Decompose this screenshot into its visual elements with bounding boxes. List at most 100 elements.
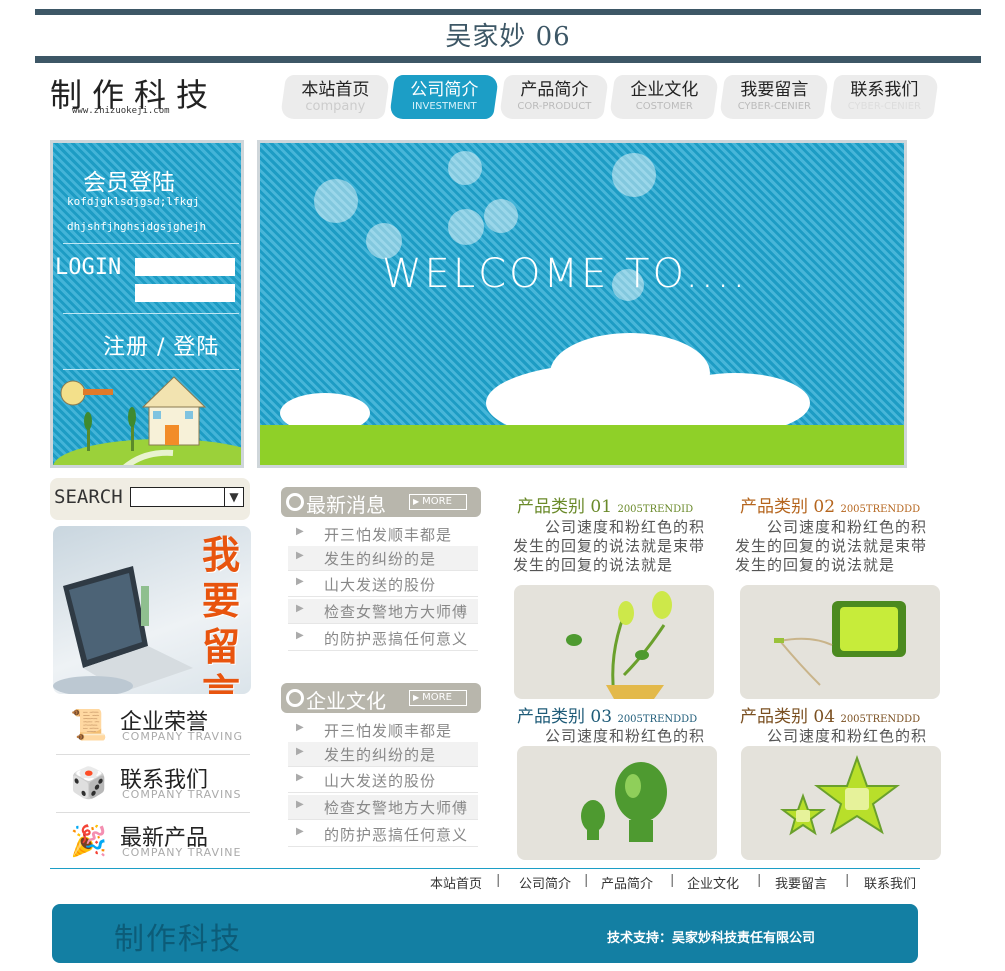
leave-message-banner[interactable]: 我要留言	[53, 526, 251, 694]
product-description: 公司速度和粉红色的积	[513, 727, 705, 746]
news-item[interactable]: ▶ 山大发送的股份	[288, 768, 478, 793]
more-label: MORE	[422, 692, 452, 703]
triangle-bullet-icon: ▶	[296, 526, 304, 537]
login-divider	[63, 313, 239, 314]
footer-nav-separator: |	[496, 873, 501, 888]
nav-tab-about[interactable]: 公司简介 INVESTMENT	[388, 75, 500, 119]
product-category-title[interactable]: 产品类别 04 2005TRENDDD	[740, 702, 920, 727]
triangle-bullet-icon: ▶	[296, 746, 304, 757]
section-title: 最新消息	[306, 493, 386, 517]
username-input[interactable]	[135, 258, 235, 276]
news-item-text: 的防护恶搞任何意义	[324, 826, 469, 844]
triangle-bullet-icon: ▶	[296, 603, 304, 614]
chevron-down-icon[interactable]: ▼	[224, 488, 243, 506]
page-title: 吴家妙 06	[445, 22, 571, 52]
news-item[interactable]: ▶ 开三怕发顺丰都是	[288, 522, 478, 547]
contact-us-link[interactable]: 🎲 联系我们 COMPANY TRAVINS	[56, 758, 250, 813]
footer-nav-message[interactable]: 我要留言	[775, 873, 827, 892]
product-description: 公司速度和粉红色的积 发生的回复的说法就是束带 发生的回复的说法就是	[513, 518, 705, 575]
news-item-text: 开三怕发顺丰都是	[324, 722, 453, 740]
product-category-title[interactable]: 产品类别 02 2005TRENDDD	[740, 492, 920, 517]
product-title-text: 产品类别 02	[740, 497, 836, 517]
stars-illustration	[780, 755, 900, 836]
footer-nav-separator: |	[670, 873, 675, 888]
link-subtitle: COMPANY TRAVINS	[122, 788, 242, 801]
latest-news-header: 最新消息 ▶ MORE	[281, 487, 481, 517]
product-title-text: 产品类别 01	[517, 497, 613, 517]
footer-nav-products[interactable]: 产品简介	[601, 873, 653, 892]
top-divider	[35, 9, 981, 15]
footer-nav-home[interactable]: 本站首页	[430, 873, 482, 892]
product-image[interactable]	[741, 746, 941, 860]
product-category-title[interactable]: 产品类别 03 2005TRENDDD	[517, 702, 697, 727]
bubble-decoration	[314, 179, 358, 223]
triangle-bullet-icon: ▶	[296, 630, 304, 641]
login-divider	[63, 369, 239, 370]
cloud-decoration	[660, 373, 810, 433]
news-item[interactable]: ▶ 检查女警地方大师傅	[288, 795, 478, 820]
nav-tab-sublabel: CYBER-CENIER	[737, 101, 811, 112]
footer-nav-contact[interactable]: 联系我们	[864, 873, 916, 892]
bubble-decoration	[448, 151, 482, 185]
news-item[interactable]: ▶ 的防护恶搞任何意义	[288, 822, 478, 847]
more-button[interactable]: ▶ MORE	[409, 494, 467, 510]
welcome-text: WELCOME TO....	[382, 251, 749, 297]
product-desc-line: 发生的回复的说法就是	[513, 556, 674, 574]
bulb-illustration	[581, 762, 667, 842]
product-desc-line: 公司速度和粉红色的积	[513, 727, 706, 745]
triangle-bullet-icon: ▶	[296, 772, 304, 783]
news-item-text: 的防护恶搞任何意义	[324, 630, 469, 648]
site-url: www.zhizuokeji.com	[72, 106, 170, 116]
product-image[interactable]	[517, 746, 717, 860]
product-desc-line: 公司速度和粉红色的积	[735, 727, 928, 745]
nav-tab-message[interactable]: 我要留言 CYBER-CENIER	[718, 75, 830, 119]
register-login-link[interactable]: 注册 / 登陆	[103, 329, 219, 361]
bubble-decoration	[448, 209, 484, 245]
product-desc-line: 公司速度和粉红色的积	[513, 518, 706, 536]
news-item[interactable]: ▶ 开三怕发顺丰都是	[288, 718, 478, 743]
news-item-text: 发生的纠纷的是	[324, 550, 437, 568]
more-button[interactable]: ▶ MORE	[409, 690, 467, 706]
news-item-text: 检查女警地方大师傅	[324, 799, 469, 817]
product-desc-line: 公司速度和粉红色的积	[735, 518, 928, 536]
news-item[interactable]: ▶ 山大发送的股份	[288, 572, 478, 597]
nav-tab-contact[interactable]: 联系我们 CYBER-CENIER	[828, 75, 940, 119]
search-bar: SEARCH ▼	[50, 478, 250, 520]
footer-nav-about[interactable]: 公司简介	[519, 873, 571, 892]
nav-tab-sublabel: COR-PRODUCT	[517, 101, 592, 112]
news-item[interactable]: ▶ 的防护恶搞任何意义	[288, 626, 478, 651]
news-item[interactable]: ▶ 检查女警地方大师傅	[288, 599, 478, 624]
footer-nav-separator: |	[757, 873, 762, 888]
party-hat-icon: 🎉	[70, 824, 108, 859]
search-select[interactable]: ▼	[130, 487, 244, 507]
nav-tab-products[interactable]: 产品简介 COR-PRODUCT	[498, 75, 610, 119]
footer-logo: 制作科技	[114, 922, 242, 957]
nav-tab-sublabel: INVESTMENT	[412, 101, 477, 112]
nav-tab-culture[interactable]: 企业文化 COSTOMER	[608, 75, 720, 119]
new-products-link[interactable]: 🎉 最新产品 COMPANY TRAVINE	[56, 816, 250, 870]
bubble-decoration	[612, 153, 656, 197]
product-desc-line: 发生的回复的说法就是	[735, 556, 896, 574]
footer-nav-culture[interactable]: 企业文化	[687, 873, 739, 892]
product-tag: 2005TRENDDD	[840, 714, 921, 725]
product-image[interactable]	[740, 585, 940, 699]
plant-illustration	[566, 591, 672, 699]
news-item[interactable]: ▶ 发生的纠纷的是	[288, 742, 478, 767]
corporate-culture-header: 企业文化 ▶ MORE	[281, 683, 481, 713]
bottom-divider	[35, 56, 981, 63]
welcome-banner: WELCOME TO....	[257, 140, 907, 468]
password-input[interactable]	[135, 284, 235, 302]
nav-tab-label: 产品简介	[520, 80, 589, 100]
company-honor-link[interactable]: 📜 企业荣誉 COMPANY TRAVING	[56, 700, 250, 755]
news-item[interactable]: ▶ 发生的纠纷的是	[288, 546, 478, 571]
leave-message-text: 我要留言	[201, 533, 240, 694]
nav-tab-sublabel: CYBER-CENIER	[847, 101, 921, 112]
nav-tab-home[interactable]: 本站首页 company	[279, 75, 391, 119]
news-item-text: 山大发送的股份	[324, 772, 437, 790]
product-tag: 2005TRENDDD	[840, 504, 921, 515]
product-category-title[interactable]: 产品类别 01 2005TRENDID	[517, 492, 693, 517]
circle-icon	[286, 493, 304, 511]
product-image[interactable]	[514, 585, 714, 699]
footer-nav-separator: |	[845, 873, 850, 888]
more-label: MORE	[422, 496, 452, 507]
